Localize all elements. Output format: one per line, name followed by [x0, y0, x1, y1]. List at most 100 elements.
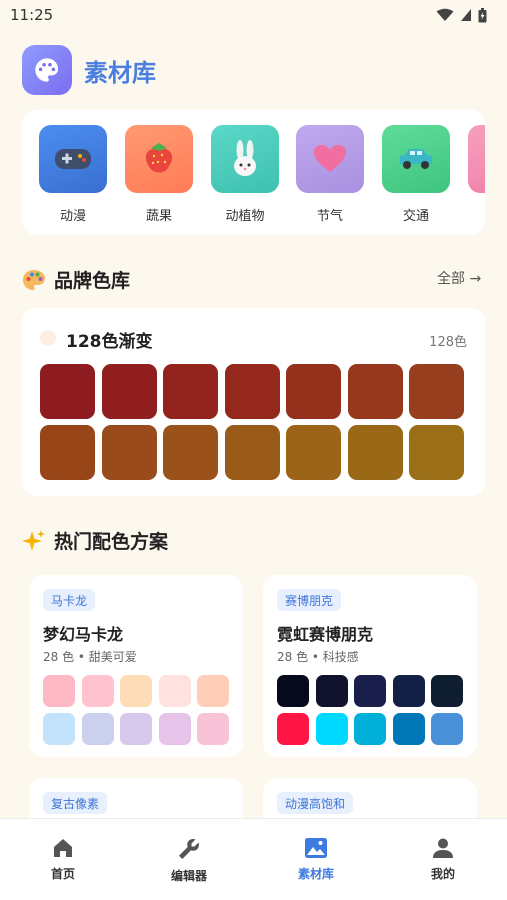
- section-title-text: 热门配色方案: [54, 531, 169, 553]
- nav-label: 素材库: [297, 867, 334, 881]
- heart-icon: [314, 145, 346, 172]
- status-bar: 11:25: [0, 0, 507, 30]
- category-label: 交通: [402, 209, 429, 224]
- palette-meta: 28 色 • 科技感: [277, 650, 359, 664]
- status-icons: [436, 7, 487, 23]
- color-swatch[interactable]: [286, 425, 341, 480]
- color-swatch[interactable]: [81, 713, 114, 745]
- palette-meta: 28 色 • 甜美可爱: [43, 650, 137, 664]
- image-icon: [305, 838, 327, 858]
- wrench-icon: [179, 839, 199, 859]
- category-tile: [211, 125, 279, 193]
- color-swatch[interactable]: [224, 364, 280, 419]
- bottom-nav: 首页 编辑器 素材库 我的: [0, 818, 507, 900]
- nav-label: 我的: [430, 867, 455, 881]
- see-all-link[interactable]: 全部 →: [437, 268, 481, 288]
- color-swatch[interactable]: [277, 713, 309, 745]
- palette-name: 128色渐变: [66, 332, 153, 352]
- color-swatch[interactable]: [40, 364, 95, 419]
- category-more[interactable]: [468, 125, 485, 225]
- artist-palette-icon: [23, 269, 45, 290]
- brand-palette-card[interactable]: 128色渐变 128色: [22, 308, 485, 496]
- color-swatch[interactable]: [347, 364, 403, 419]
- color-swatch[interactable]: [197, 713, 229, 745]
- color-swatch[interactable]: [409, 425, 464, 480]
- category-animals-plants[interactable]: 动植物: [211, 125, 279, 225]
- color-swatch[interactable]: [158, 713, 191, 745]
- color-swatch[interactable]: [315, 675, 348, 707]
- color-swatch[interactable]: [354, 675, 386, 707]
- palette-dot: [40, 330, 56, 346]
- color-swatch[interactable]: [277, 675, 309, 707]
- color-swatch[interactable]: [163, 425, 218, 480]
- color-swatch[interactable]: [354, 713, 386, 745]
- category-label: 蔬果: [145, 209, 172, 224]
- color-swatch[interactable]: [101, 364, 157, 419]
- color-swatch[interactable]: [101, 425, 157, 480]
- rabbit-icon: [234, 140, 256, 176]
- color-swatch[interactable]: [224, 425, 280, 480]
- home-icon: [54, 839, 72, 857]
- car-icon: [400, 149, 432, 169]
- nav-editor[interactable]: 编辑器: [139, 837, 239, 884]
- category-traffic[interactable]: 交通: [382, 125, 450, 225]
- nav-profile[interactable]: 我的: [393, 837, 493, 882]
- app-logo: [22, 45, 72, 95]
- palette-tag: 复古像素: [43, 792, 108, 814]
- strawberry-icon: [145, 143, 173, 173]
- category-tile: [468, 125, 485, 193]
- color-swatch[interactable]: [286, 364, 341, 419]
- color-swatch[interactable]: [197, 675, 229, 707]
- palette-icon: [35, 58, 59, 82]
- nav-label: 首页: [50, 867, 75, 881]
- battery-icon: [478, 7, 487, 22]
- section-title-brand: 品牌色库: [22, 266, 130, 293]
- color-swatch[interactable]: [315, 713, 348, 745]
- category-anime[interactable]: 动漫: [39, 125, 107, 225]
- palette-name: 霓虹赛博朋克: [277, 625, 374, 644]
- person-icon: [433, 838, 453, 858]
- palette-card-macaron[interactable]: 马卡龙 梦幻马卡龙 28 色 • 甜美可爱: [29, 575, 243, 757]
- palette-tag: 赛博朋克: [277, 589, 342, 611]
- sparkle-icon: [22, 529, 45, 551]
- category-tile: [382, 125, 450, 193]
- color-swatch[interactable]: [43, 675, 75, 707]
- palette-card-cyberpunk[interactable]: 赛博朋克 霓虹赛博朋克 28 色 • 科技感: [263, 575, 477, 757]
- palette-name: 梦幻马卡龙: [43, 625, 124, 644]
- app-header: 素材库: [22, 45, 156, 95]
- section-title-popular: 热门配色方案: [22, 527, 168, 554]
- color-swatch[interactable]: [158, 675, 191, 707]
- color-swatch[interactable]: [120, 713, 152, 745]
- category-tile: [296, 125, 364, 193]
- category-tile: [39, 125, 107, 193]
- wifi-icon: [436, 8, 454, 21]
- palette-tag: 马卡龙: [43, 589, 96, 611]
- gamepad-icon: [55, 149, 91, 169]
- palette-tag: 动漫高饱和: [277, 792, 354, 814]
- section-title-text: 品牌色库: [54, 270, 131, 292]
- category-tile: [125, 125, 193, 193]
- category-label: 动漫: [59, 209, 86, 224]
- color-swatch[interactable]: [392, 675, 425, 707]
- signal-icon: [461, 9, 471, 21]
- color-swatch[interactable]: [409, 364, 464, 419]
- category-label: 动植物: [225, 209, 265, 224]
- color-swatch[interactable]: [347, 425, 403, 480]
- color-swatch[interactable]: [163, 364, 218, 419]
- color-swatch[interactable]: [431, 713, 463, 745]
- category-fruit[interactable]: 蔬果: [125, 125, 193, 225]
- category-label: 节气: [316, 209, 343, 224]
- color-swatch[interactable]: [40, 425, 95, 480]
- nav-home[interactable]: 首页: [13, 837, 113, 882]
- category-solar-terms[interactable]: 节气: [296, 125, 364, 225]
- palette-count: 128色: [429, 335, 467, 350]
- color-swatch[interactable]: [81, 675, 114, 707]
- color-swatch[interactable]: [392, 713, 425, 745]
- color-swatch[interactable]: [43, 713, 75, 745]
- status-time: 11:25: [10, 6, 54, 24]
- color-swatch[interactable]: [120, 675, 152, 707]
- nav-materials[interactable]: 素材库: [266, 837, 366, 882]
- color-swatch[interactable]: [431, 675, 463, 707]
- app-title: 素材库: [84, 58, 156, 87]
- category-strip[interactable]: 动漫 蔬果 动植物 节气 交通: [22, 110, 485, 235]
